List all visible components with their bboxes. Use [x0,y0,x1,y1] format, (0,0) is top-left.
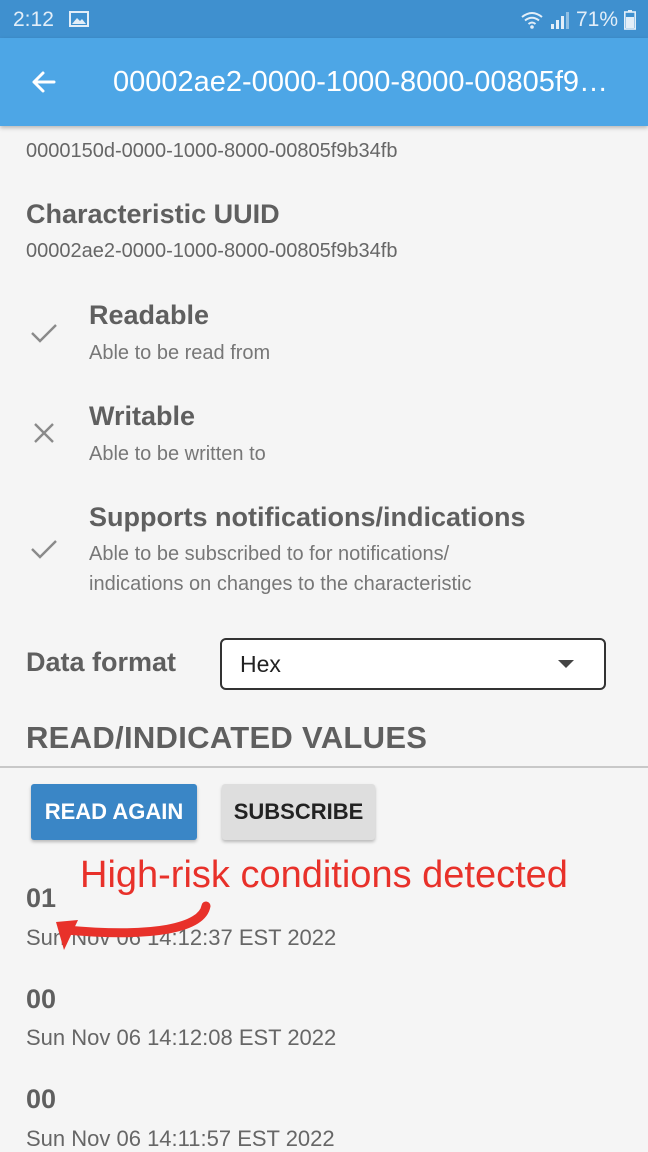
writable-desc: Able to be written to [89,443,266,465]
check-icon [31,540,57,559]
section-divider [0,766,648,768]
page-title: 00002ae2-0000-1000-8000-00805f9b34fb [113,66,618,98]
data-format-value: Hex [240,651,281,677]
status-bar: 2:12 71% [0,0,648,38]
readable-title: Readable [89,300,210,330]
read-again-button[interactable]: READ AGAIN [31,784,197,840]
notifications-desc-line1: Able to be subscribed to for notificatio… [89,543,450,565]
close-icon [34,423,54,443]
notifications-title: Supports notifications/indications [89,502,526,532]
check-icon [31,324,57,343]
annotation-arrow-icon [56,901,211,950]
readable-desc: Able to be read from [89,342,271,364]
battery-percent: 71% [575,8,618,31]
notifications-desc-line2: indications on changes to the characteri… [89,573,472,595]
battery-icon [624,10,636,30]
status-time: 2:12 [13,8,54,31]
subscribe-button[interactable]: SUBSCRIBE [222,784,375,840]
service-uuid: 0000150d-0000-1000-8000-00805f9b34fb [26,140,398,162]
reading-value: 00 [26,984,57,1014]
characteristic-uuid-label: Characteristic UUID [26,199,280,229]
data-format-select[interactable]: Hex [220,638,606,690]
arrow-left-icon[interactable] [24,62,64,102]
status-right: 71% [520,8,636,32]
wifi-icon [521,12,543,29]
characteristic-uuid-value: 00002ae2-0000-1000-8000-00805f9b34fb [26,240,398,262]
signal-icon [550,12,569,29]
reading-time: Sun Nov 06 14:11:57 EST 2022 [26,1126,335,1151]
writable-title: Writable [89,401,196,431]
annotation-text: High-risk conditions detected [80,854,568,896]
image-icon [69,11,89,27]
chevron-down-icon [558,660,574,668]
reading-value: 00 [26,1084,57,1114]
values-heading: READ/INDICATED VALUES [26,720,428,755]
reading-time: Sun Nov 06 14:12:08 EST 2022 [26,1025,337,1050]
data-format-label: Data format [26,647,177,677]
app-bar: 00002ae2-0000-1000-8000-00805f9b34fb [0,38,648,126]
